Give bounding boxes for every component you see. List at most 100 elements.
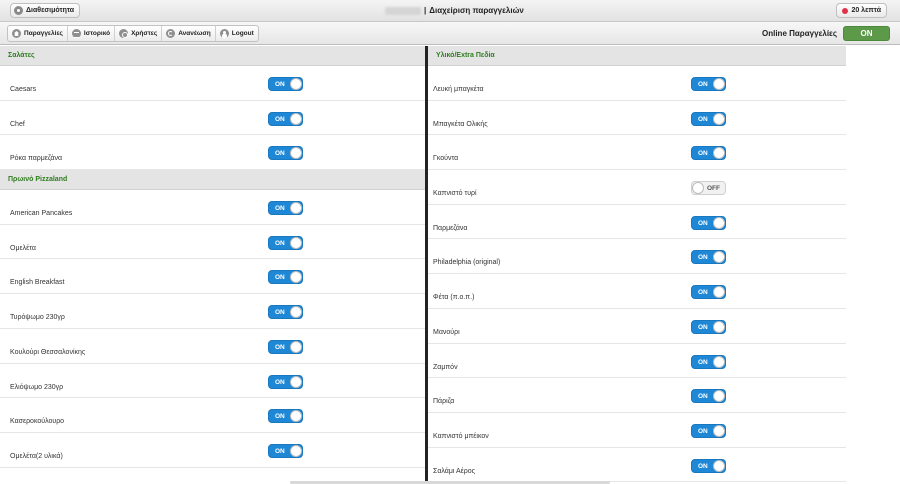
list-item: Σαλάμι Αέρος ON xyxy=(428,448,846,483)
page-title-text: Διαχείριση παραγγελιών xyxy=(429,6,524,15)
list-item: Καπνιστό τυρί OFF xyxy=(428,170,846,205)
availability-toggle[interactable]: ON xyxy=(691,458,726,473)
nav-history-label: Ιστορικό xyxy=(83,30,111,37)
toggle-knob xyxy=(290,271,302,284)
availability-toggle[interactable]: ON xyxy=(691,354,726,369)
toggle-knob xyxy=(713,147,725,160)
toggle-state: ON xyxy=(275,239,285,247)
item-label: Ομελέτα xyxy=(10,244,36,252)
toggle-knob xyxy=(713,286,725,299)
availability-toggle[interactable]: ON xyxy=(691,389,726,404)
availability-toggle[interactable]: ON xyxy=(268,305,303,320)
list-item: Ελιόψωμο 230γρ ON xyxy=(0,364,425,399)
item-label: Τυρόψωμο 230γρ xyxy=(10,314,65,322)
availability-toggle[interactable]: ON xyxy=(691,77,726,91)
list-item: Κουλούρι Θεσσαλονίκης ON xyxy=(0,329,425,364)
toggle-state: ON xyxy=(698,115,708,123)
availability-icon xyxy=(14,6,23,15)
availability-toggle[interactable]: ON xyxy=(691,146,726,161)
toggle-knob xyxy=(713,355,725,368)
delivery-time-button[interactable]: 20 λεπτά xyxy=(836,3,887,18)
item-label: Λευκή μπαγκέτα xyxy=(433,86,484,93)
toggle-state: ON xyxy=(698,289,708,297)
toggle-state: ON xyxy=(275,81,285,88)
list-item: Φέτα (π.ο.π.) ON xyxy=(428,274,846,309)
toggle-knob xyxy=(290,375,302,388)
nav-button-group: Παραγγελίες Ιστορικό Χρήστες Ανανέωση Lo… xyxy=(7,25,259,42)
toggle-state: ON xyxy=(275,447,285,455)
toggle-state: ON xyxy=(698,358,708,366)
nav-bar: Παραγγελίες Ιστορικό Χρήστες Ανανέωση Lo… xyxy=(0,22,900,45)
section-header: Πρωινό Pizzaland xyxy=(0,170,425,191)
availability-toggle[interactable]: ON xyxy=(268,443,303,458)
availability-toggle[interactable]: ON xyxy=(691,111,726,126)
availability-toggle[interactable]: ON xyxy=(268,374,303,389)
availability-toggle[interactable]: ON xyxy=(268,409,303,424)
item-label: Ελιόψωμο 230γρ xyxy=(10,383,64,391)
top-bar: Διαθεσιμότητα | Διαχείριση παραγγελιών 2… xyxy=(0,0,900,22)
availability-toggle[interactable]: ON xyxy=(691,423,726,438)
availability-toggle[interactable]: ON xyxy=(268,270,303,285)
item-label: Γκούντα xyxy=(433,155,459,163)
toggle-knob xyxy=(713,320,725,333)
toggle-state: ON xyxy=(698,427,708,435)
toggle-state: ON xyxy=(698,219,708,227)
list-item: Λευκή μπαγκέτα ON xyxy=(428,66,846,101)
availability-toggle[interactable]: OFF xyxy=(691,181,726,196)
toggle-state: ON xyxy=(698,150,708,158)
availability-toggle[interactable]: ON xyxy=(268,111,303,126)
availability-toggle[interactable]: ON xyxy=(268,77,303,91)
item-label: Chef xyxy=(10,120,25,128)
availability-toggle[interactable]: ON xyxy=(691,319,726,334)
list-item: Τυρόψωμο 230γρ ON xyxy=(0,294,425,329)
nav-history-button[interactable]: Ιστορικό xyxy=(68,26,116,41)
toggle-state: ON xyxy=(698,81,708,88)
availability-toggle[interactable]: ON xyxy=(691,285,726,300)
nav-logout-button[interactable]: Logout xyxy=(216,26,258,41)
availability-toggle[interactable]: ON xyxy=(268,235,303,250)
item-label: English Breakfast xyxy=(10,279,65,287)
nav-orders-button[interactable]: Παραγγελίες xyxy=(8,26,68,41)
list-item: American Pancakes ON xyxy=(0,190,425,225)
item-label: Πάριζα xyxy=(433,398,455,406)
item-label: American Pancakes xyxy=(10,210,73,218)
refresh-icon xyxy=(166,29,176,38)
availability-toggle[interactable]: ON xyxy=(268,339,303,354)
list-item: English Breakfast ON xyxy=(0,259,425,295)
availability-toggle[interactable]: ON xyxy=(268,146,303,161)
list-item: Ομελέτα ON xyxy=(0,225,425,260)
item-label: Ρόκα παρμεζάνα xyxy=(10,155,63,163)
item-label: Μανούρι xyxy=(433,328,460,336)
title-separator: | xyxy=(424,6,427,15)
section-header: Σαλάτες xyxy=(0,46,425,66)
list-item: Ομελέτα(2 υλικά) ON xyxy=(0,433,425,468)
toggle-state: ON xyxy=(275,115,285,123)
toggle-state: ON xyxy=(698,393,708,401)
toggle-knob xyxy=(290,444,302,457)
item-label: Ομελέτα(2 υλικά) xyxy=(10,452,63,460)
toggle-knob xyxy=(713,251,725,264)
nav-refresh-label: Ανανέωση xyxy=(178,30,211,37)
toggle-state: ON xyxy=(275,343,285,351)
toggle-knob xyxy=(713,424,725,437)
item-label: Caesars xyxy=(10,86,37,93)
toggle-knob xyxy=(713,78,725,90)
online-orders-label: Online Παραγγελίες xyxy=(762,29,837,38)
list-item: Γκούντα ON xyxy=(428,135,846,171)
online-orders-toggle[interactable]: ON xyxy=(843,26,890,41)
toggle-state: ON xyxy=(275,378,285,386)
availability-label: Διαθεσιμότητα xyxy=(26,7,75,14)
nav-refresh-button[interactable]: Ανανέωση xyxy=(162,26,216,41)
availability-button[interactable]: Διαθεσιμότητα xyxy=(10,3,81,18)
availability-toggle[interactable]: ON xyxy=(691,215,726,230)
section-header: Υλικό/Extra Πεδία xyxy=(428,46,846,66)
list-item: Philadelphia (original) ON xyxy=(428,239,846,275)
nav-users-button[interactable]: Χρήστες xyxy=(115,26,163,41)
availability-toggle[interactable]: ON xyxy=(268,201,303,216)
item-label: Σαλάμι Αέρος xyxy=(433,467,475,475)
nav-logout-label: Logout xyxy=(231,30,254,37)
toggle-state: ON xyxy=(275,150,285,158)
availability-toggle[interactable]: ON xyxy=(691,250,726,265)
toggle-knob xyxy=(290,78,302,90)
toggle-knob xyxy=(713,459,725,472)
